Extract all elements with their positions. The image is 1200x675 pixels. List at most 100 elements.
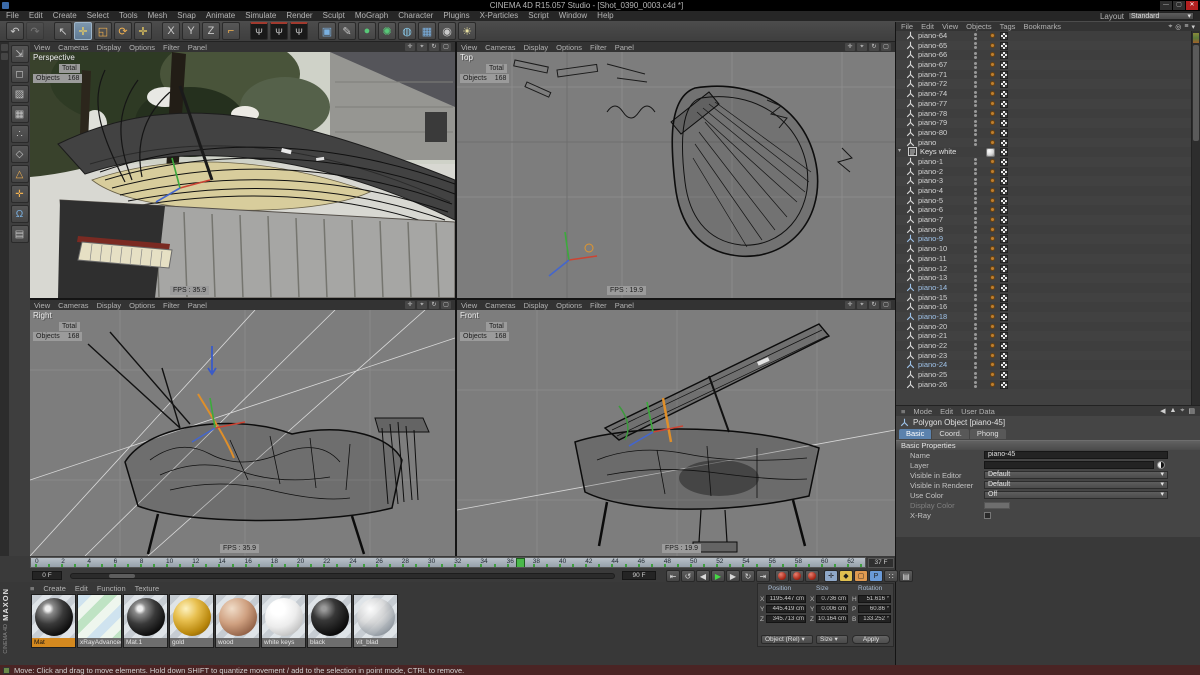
texture-tag-icon[interactable] — [1000, 100, 1008, 108]
range-end-field[interactable]: 90 F — [622, 571, 656, 580]
visibility-dots[interactable] — [974, 217, 977, 224]
minimize-button[interactable]: — — [1160, 1, 1172, 10]
om-menu-view[interactable]: View — [942, 22, 958, 31]
visibility-dots[interactable] — [974, 294, 977, 301]
phong-tag-icon[interactable] — [990, 101, 995, 106]
phong-tag-icon[interactable] — [990, 52, 995, 57]
size-x-field[interactable]: 0.736 cm — [816, 595, 848, 603]
phong-tag-icon[interactable] — [990, 111, 995, 116]
filter-icon[interactable]: ≡ — [1184, 23, 1188, 31]
menu-file[interactable]: File — [6, 11, 19, 21]
material-mat[interactable]: Mat — [31, 594, 76, 648]
section-header[interactable]: Basic Properties — [896, 440, 1200, 450]
om-menu-edit[interactable]: Edit — [921, 22, 934, 31]
vp-menu-cameras[interactable]: Cameras — [58, 301, 88, 310]
material-menu-function[interactable]: Function — [97, 584, 126, 593]
material-vit-blad[interactable]: vit_blad — [353, 594, 398, 648]
name-field[interactable]: piano-45 — [984, 451, 1168, 459]
tab-coord-[interactable]: Coord. — [932, 429, 969, 439]
snap-icon[interactable]: Ω — [11, 205, 29, 223]
vp-menu-panel[interactable]: Panel — [188, 301, 207, 310]
phong-tag-icon[interactable] — [990, 266, 995, 271]
zoom-view-icon[interactable]: ⌖ — [417, 43, 427, 51]
texture-tag-icon[interactable] — [1000, 197, 1008, 205]
phong-tag-icon[interactable] — [990, 314, 995, 319]
timeline-options-icon[interactable]: ∷ — [884, 570, 898, 582]
apply-button[interactable]: Apply — [852, 635, 890, 644]
maximize-button[interactable]: ▢ — [1173, 1, 1185, 10]
rotate-view-icon[interactable]: ↻ — [429, 43, 439, 51]
phong-tag-icon[interactable] — [990, 304, 995, 309]
phong-tag-icon[interactable] — [990, 236, 995, 241]
phong-tag-icon[interactable] — [990, 169, 995, 174]
object-row[interactable]: piano-21 — [896, 331, 1192, 341]
edges-mode-icon[interactable]: ◇ — [11, 145, 29, 163]
vp-menu-view[interactable]: View — [461, 43, 477, 52]
focus-icon[interactable]: ⌖ — [1180, 407, 1184, 415]
visibility-dots[interactable] — [974, 255, 977, 262]
object-row[interactable]: piano-7 — [896, 215, 1192, 225]
visibility-dots[interactable] — [974, 139, 977, 146]
texture-tag-icon[interactable] — [1000, 245, 1008, 253]
phong-tag-icon[interactable] — [990, 343, 995, 348]
keyframe-position-toggle[interactable]: ✛ — [824, 570, 838, 582]
texture-tag-icon[interactable] — [1000, 177, 1008, 185]
material-white-keys[interactable]: white keys — [261, 594, 306, 648]
phong-tag-icon[interactable] — [990, 256, 995, 261]
workplane-mode-icon[interactable]: ▦ — [11, 105, 29, 123]
timeline-range-slider[interactable] — [70, 573, 615, 579]
add-cloner-icon[interactable]: ▦ — [418, 22, 436, 40]
visibility-dots[interactable] — [974, 100, 977, 107]
phong-tag-icon[interactable] — [990, 43, 995, 48]
texture-tag-icon[interactable] — [1000, 168, 1008, 176]
om-menu-tags[interactable]: Tags — [1000, 22, 1016, 31]
vp-menu-display[interactable]: Display — [524, 43, 549, 52]
menu-x-particles[interactable]: X-Particles — [480, 11, 519, 21]
object-row[interactable]: piano-3 — [896, 176, 1192, 186]
texture-tag-icon[interactable] — [1000, 51, 1008, 59]
workplane-lock-icon[interactable]: ▤ — [11, 225, 29, 243]
menu-mesh[interactable]: Mesh — [148, 11, 168, 21]
menu-mograph[interactable]: MoGraph — [355, 11, 388, 21]
add-environment-icon[interactable]: ◍ — [398, 22, 416, 40]
visibility-dots[interactable] — [974, 381, 977, 388]
menu-simulate[interactable]: Simulate — [245, 11, 276, 21]
keyframe-scale-toggle[interactable]: ◆ — [839, 570, 853, 582]
phong-tag-icon[interactable] — [990, 324, 995, 329]
texture-tag-icon[interactable] — [1000, 90, 1008, 98]
visibility-dots[interactable] — [974, 178, 977, 185]
zoom-view-icon[interactable]: ⌖ — [857, 301, 867, 309]
undo-icon[interactable]: ↶ — [6, 22, 24, 40]
object-row[interactable]: piano-18 — [896, 312, 1192, 322]
vp-menu-display[interactable]: Display — [97, 301, 122, 310]
phong-tag-icon[interactable] — [990, 130, 995, 135]
texture-mode-icon[interactable]: ▨ — [11, 85, 29, 103]
texture-tag-icon[interactable] — [1000, 235, 1008, 243]
phong-tag-icon[interactable] — [990, 333, 995, 338]
lock-x-axis-icon[interactable]: X — [162, 22, 180, 40]
vp-menu-panel[interactable]: Panel — [615, 301, 634, 310]
phong-tag-icon[interactable] — [990, 159, 995, 164]
zoom-view-icon[interactable]: ⌖ — [857, 43, 867, 51]
menu-snap[interactable]: Snap — [177, 11, 196, 21]
menu-create[interactable]: Create — [53, 11, 77, 21]
menu-character[interactable]: Character — [398, 11, 433, 21]
visibility-dots[interactable] — [974, 197, 977, 204]
rotation-b-field[interactable]: 133.252 ° — [858, 615, 891, 623]
phong-tag-icon[interactable] — [990, 295, 995, 300]
visibility-dots[interactable] — [974, 52, 977, 59]
model-mode-icon[interactable]: ◻ — [11, 65, 29, 83]
texture-tag-icon[interactable] — [1000, 226, 1008, 234]
object-row[interactable]: piano-24 — [896, 360, 1192, 370]
make-editable-icon[interactable]: ⇲ — [11, 45, 29, 63]
phong-tag-icon[interactable] — [990, 246, 995, 251]
visibility-dots[interactable] — [974, 188, 977, 195]
visibility-dots[interactable] — [974, 33, 977, 40]
object-row[interactable]: piano-13 — [896, 273, 1192, 283]
rotate-view-icon[interactable]: ↻ — [869, 301, 879, 309]
rotation-p-field[interactable]: 60.86 ° — [858, 605, 891, 613]
phong-tag-icon[interactable] — [990, 275, 995, 280]
phong-tag-icon[interactable] — [990, 120, 995, 125]
material-menu-edit[interactable]: Edit — [75, 584, 88, 593]
phong-tag-icon[interactable] — [990, 140, 995, 145]
